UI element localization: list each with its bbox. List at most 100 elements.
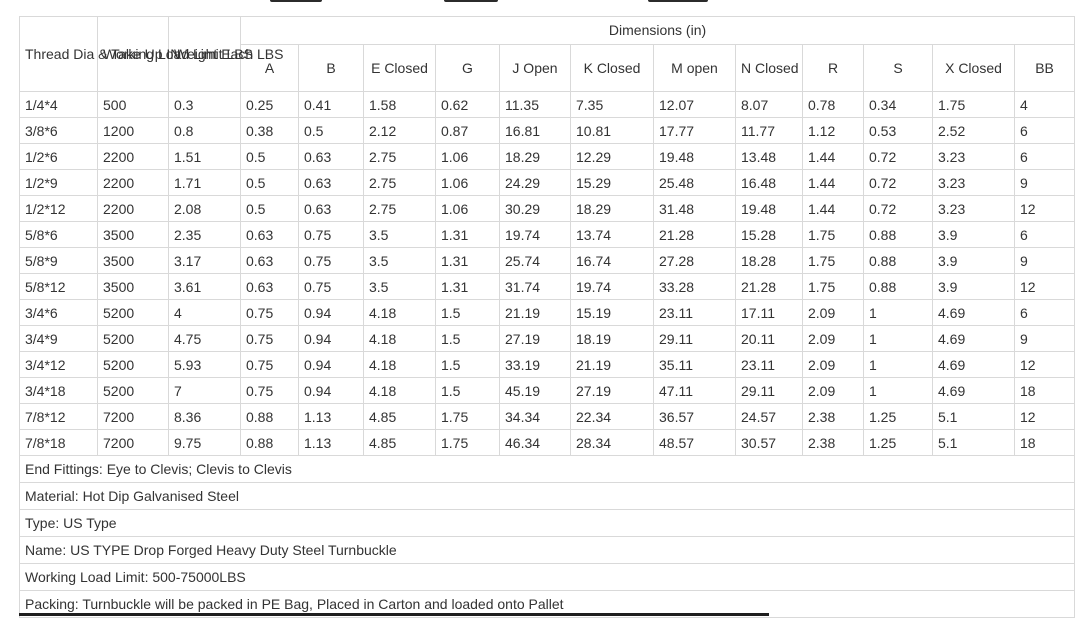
table-row: 3/4*12 5200 5.93 0.75 0.94 4.18 1.5 33.19 21.19 3… xyxy=(19,351,1076,378)
table-cell: 2.75 xyxy=(363,143,436,170)
table-cell: 27.19 xyxy=(570,377,654,404)
table-cell: 29.11 xyxy=(653,325,736,352)
table-cell: 2.38 xyxy=(802,429,864,456)
table-cell: 12.29 xyxy=(570,143,654,170)
table-cell: 1.06 xyxy=(435,169,500,196)
table-cell: 7/8*12 xyxy=(19,403,98,430)
table-cell: 24.57 xyxy=(735,403,803,430)
table-cell: 2.52 xyxy=(932,117,1015,144)
table-cell: 2.09 xyxy=(802,299,864,326)
table-cell: 48.57 xyxy=(653,429,736,456)
table-cell: 500 xyxy=(97,91,169,118)
cropped-header-fragment xyxy=(0,0,1079,6)
table-cell: 1.06 xyxy=(435,195,500,222)
table-cell: 16.48 xyxy=(735,169,803,196)
table-cell: 27.28 xyxy=(653,247,736,274)
table-cell: 10.81 xyxy=(570,117,654,144)
table-cell: 20.11 xyxy=(735,325,803,352)
table-cell: 0.8 xyxy=(168,117,241,144)
table-cell: 2200 xyxy=(97,169,169,196)
note-row: Name: US TYPE Drop Forged Heavy Duty Ste… xyxy=(18,536,1076,564)
table-cell: 2.12 xyxy=(363,117,436,144)
table-cell: 31.48 xyxy=(653,195,736,222)
table-row: 3/4*9 5200 4.75 0.75 0.94 4.18 1.5 27.19 18.19 29… xyxy=(19,325,1076,352)
table-cell: 0.75 xyxy=(240,325,299,352)
table-cell: 8.36 xyxy=(168,403,241,430)
table-cell: 0.38 xyxy=(240,117,299,144)
table-cell: 0.75 xyxy=(240,377,299,404)
table-cell: 0.94 xyxy=(298,299,364,326)
table-cell: 5200 xyxy=(97,351,169,378)
note-text: Material: Hot Dip Galvanised Steel xyxy=(18,482,1076,510)
table-cell: 19.74 xyxy=(570,273,654,300)
header-dim-x-closed: X Closed xyxy=(932,44,1015,92)
table-cell: 5200 xyxy=(97,325,169,352)
table-cell: 6 xyxy=(1013,117,1076,144)
table-row: 5/8*9 3500 3.17 0.63 0.75 3.5 1.31 25.74 16.74 27… xyxy=(19,247,1076,274)
table-cell: 18.19 xyxy=(570,325,654,352)
turnbuckle-spec-table: Thread Dia & Take Up IN Working Load Lim… xyxy=(18,16,1076,618)
table-cell: 13.48 xyxy=(735,143,803,170)
table-cell: 3/4*9 xyxy=(19,325,98,352)
table-row: 5/8*12 3500 3.61 0.63 0.75 3.5 1.31 31.74 19.74 3… xyxy=(19,273,1076,300)
table-cell: 5/8*6 xyxy=(19,221,98,248)
table-cell: 25.48 xyxy=(653,169,736,196)
table-cell: 1.75 xyxy=(802,247,864,274)
table-cell: 0.5 xyxy=(240,143,299,170)
table-cell: 18.29 xyxy=(499,143,571,170)
table-cell: 5.93 xyxy=(168,351,241,378)
table-cell: 11.77 xyxy=(735,117,803,144)
table-row: 7/8*18 7200 9.75 0.88 1.13 4.85 1.75 46.34 28.34… xyxy=(19,429,1076,456)
table-cell: 1.25 xyxy=(863,403,933,430)
table-cell: 3.5 xyxy=(363,273,436,300)
table-cell: 3.9 xyxy=(932,273,1015,300)
header-dim-n-closed: N Closed xyxy=(735,44,803,92)
table-row: 7/8*12 7200 8.36 0.88 1.13 4.85 1.75 34.34 22.34… xyxy=(19,403,1076,430)
table-cell: 1.31 xyxy=(435,221,500,248)
table-cell: 1/2*9 xyxy=(19,169,98,196)
table-cell: 0.63 xyxy=(298,195,364,222)
table-cell: 6 xyxy=(1013,221,1076,248)
table-cell: 0.75 xyxy=(240,299,299,326)
table-cell: 2.35 xyxy=(168,221,241,248)
table-cell: 2.09 xyxy=(802,351,864,378)
table-cell: 3/4*6 xyxy=(19,299,98,326)
table-cell: 0.88 xyxy=(863,247,933,274)
table-cell: 0.63 xyxy=(240,221,299,248)
table-cell: 3.9 xyxy=(932,221,1015,248)
table-cell: 23.11 xyxy=(653,299,736,326)
table-row: 1/4*4 500 0.3 0.25 0.41 1.58 0.62 11.35 7.35 12.0… xyxy=(19,91,1076,118)
table-cell: 5.1 xyxy=(932,403,1015,430)
table-cell: 2.09 xyxy=(802,377,864,404)
table-cell: 18 xyxy=(1013,429,1076,456)
table-cell: 36.57 xyxy=(653,403,736,430)
table-cell: 19.48 xyxy=(735,195,803,222)
table-cell: 2.75 xyxy=(363,195,436,222)
table-cell: 1.71 xyxy=(168,169,241,196)
table-cell: 33.28 xyxy=(653,273,736,300)
table-cell: 4.69 xyxy=(932,299,1015,326)
table-cell: 2.08 xyxy=(168,195,241,222)
table-cell: 24.29 xyxy=(499,169,571,196)
table-cell: 3.23 xyxy=(932,195,1015,222)
table-cell: 25.74 xyxy=(499,247,571,274)
table-cell: 1.31 xyxy=(435,247,500,274)
table-cell: 12.07 xyxy=(653,91,736,118)
table-row: 5/8*6 3500 2.35 0.63 0.75 3.5 1.31 19.74 13.74 21… xyxy=(19,221,1076,248)
table-cell: 15.19 xyxy=(570,299,654,326)
table-cell: 1.44 xyxy=(802,169,864,196)
table-cell: 1.13 xyxy=(298,429,364,456)
table-cell: 1 xyxy=(863,377,933,404)
table-cell: 16.81 xyxy=(499,117,571,144)
table-cell: 8.07 xyxy=(735,91,803,118)
header-dim-bb: BB xyxy=(1013,44,1076,92)
note-text: Working Load Limit: 500-75000LBS xyxy=(18,563,1076,591)
table-cell: 1.44 xyxy=(802,143,864,170)
table-cell: 15.29 xyxy=(570,169,654,196)
table-cell: 4.18 xyxy=(363,299,436,326)
note-text: Type: US Type xyxy=(18,509,1076,537)
header-dim-m-open: M open xyxy=(653,44,736,92)
table-cell: 11.35 xyxy=(499,91,571,118)
table-cell: 1.75 xyxy=(435,403,500,430)
table-cell: 3.23 xyxy=(932,143,1015,170)
